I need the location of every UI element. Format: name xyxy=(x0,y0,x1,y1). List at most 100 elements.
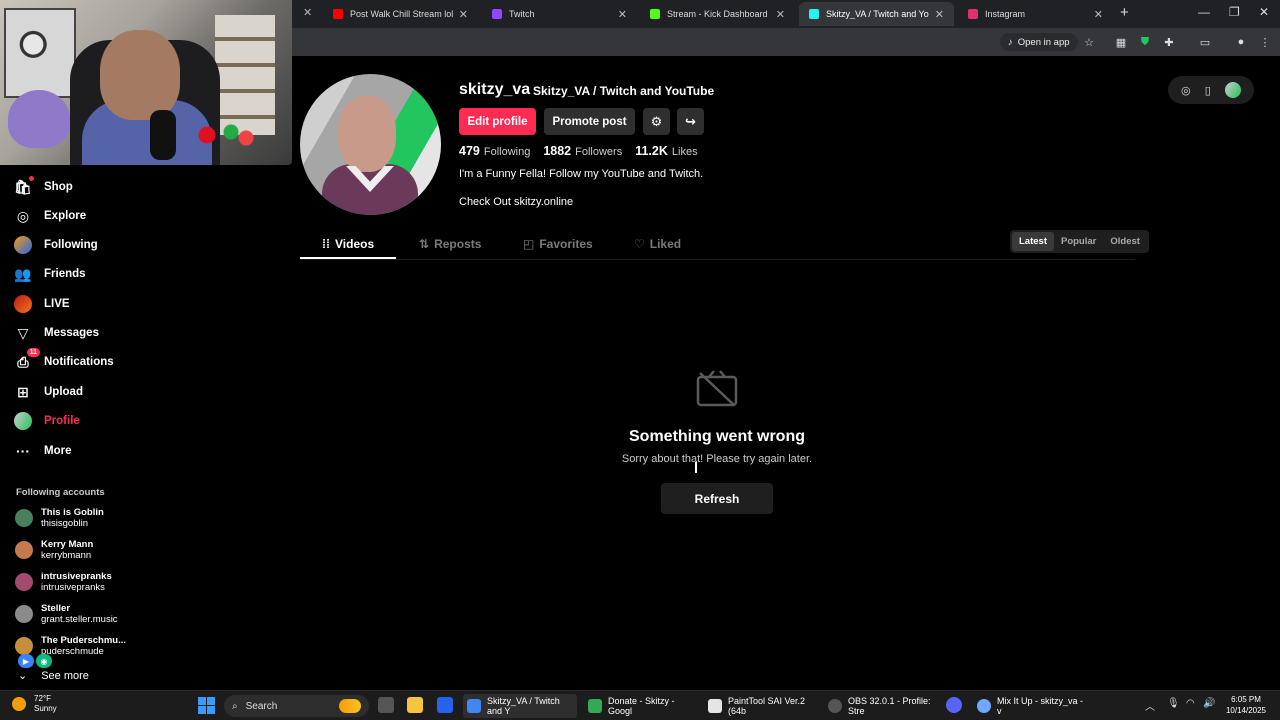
sidebar-item-following[interactable]: Following xyxy=(14,234,98,256)
floating-widget[interactable]: ▶ ◉ xyxy=(18,654,52,668)
close-tab-icon[interactable]: ✕ xyxy=(618,8,627,21)
taskbar-app-chrome-2[interactable]: Donate - Skitzy - Googl xyxy=(584,694,698,718)
taskbar-app-mixitup[interactable]: Mix It Up - skitzy_va - v xyxy=(973,694,1087,718)
browser-tab-tiktok[interactable]: Skitzy_VA / Twitch and YouTube ✕ xyxy=(799,2,954,26)
chevron-up-icon[interactable]: ︿ xyxy=(1145,698,1155,713)
sidebar-item-more[interactable]: ··· More xyxy=(14,440,71,462)
sort-popular[interactable]: Popular xyxy=(1054,232,1103,251)
browser-tab-kick[interactable]: Stream - Kick Dashboard ✕ xyxy=(640,2,795,26)
profile-bio: I'm a Funny Fella! Follow my YouTube and… xyxy=(459,168,704,180)
sidebar-item-friends[interactable]: 👥 Friends xyxy=(14,263,85,285)
see-more-button[interactable]: ⌄ See more xyxy=(18,669,89,683)
mobile-icon[interactable]: ▯ xyxy=(1205,84,1211,97)
tiktok-icon: ♪ xyxy=(1008,36,1013,48)
sidebar-item-notifications[interactable]: ⎙ 11 Notifications xyxy=(14,348,114,373)
followed-account[interactable]: Steller grant.steller.music xyxy=(15,600,118,628)
error-title: Something went wrong xyxy=(629,428,805,445)
taskbar-search[interactable]: ⌕ Search xyxy=(224,695,369,717)
tab-reposts[interactable]: ⇅ Reposts xyxy=(419,230,481,258)
messages-icon: ▽ xyxy=(17,324,29,341)
speaker-icon[interactable]: 🔊 xyxy=(1203,698,1215,709)
browser-profile-icon[interactable]: ● xyxy=(1234,35,1248,49)
friends-icon: 👥 xyxy=(14,265,32,282)
sidebar-item-live[interactable]: LIVE xyxy=(14,293,70,315)
text-cursor xyxy=(695,462,697,473)
sort-control: Latest Popular Oldest xyxy=(1010,230,1149,253)
streamer-face xyxy=(100,30,180,120)
status-icon: ◉ xyxy=(36,654,52,668)
chrome-icon xyxy=(588,699,602,713)
taskbar-app-chrome[interactable]: Skitzy_VA / Twitch and Y xyxy=(463,694,577,718)
search-highlight-icon xyxy=(339,699,361,713)
discord-icon[interactable] xyxy=(946,697,962,713)
browser-tab-instagram[interactable]: Instagram ✕ xyxy=(958,2,1113,26)
close-tab-icon[interactable]: ✕ xyxy=(776,8,785,21)
sort-oldest[interactable]: Oldest xyxy=(1103,232,1147,251)
close-tab-icon[interactable]: ✕ xyxy=(1094,8,1103,21)
weather-widget[interactable]: 72°F Sunny xyxy=(12,694,57,714)
sidebar-item-upload[interactable]: ⊞ Upload xyxy=(14,381,83,403)
youtube-icon xyxy=(333,9,343,19)
sidebar-item-profile[interactable]: Profile xyxy=(14,410,80,432)
chrome-icon xyxy=(467,699,481,713)
user-avatar[interactable] xyxy=(1224,82,1241,98)
edit-profile-button[interactable]: Edit profile xyxy=(459,108,536,135)
more-icon: ··· xyxy=(16,443,30,459)
open-in-app-button[interactable]: ♪ Open in app xyxy=(1000,33,1078,51)
mixitup-icon xyxy=(977,699,991,713)
kebab-menu-icon[interactable]: ⋮ xyxy=(1258,35,1272,49)
photos-icon[interactable] xyxy=(437,697,453,713)
compass-icon[interactable]: ◎ xyxy=(1181,84,1191,97)
promote-post-button[interactable]: Promote post xyxy=(544,108,635,135)
taskbar-clock[interactable]: 6:05 PM 10/14/2025 xyxy=(1222,694,1270,716)
share-button[interactable]: ↪ xyxy=(677,108,704,135)
close-tab-icon[interactable]: ✕ xyxy=(459,8,468,21)
painttool-icon xyxy=(708,699,722,713)
browser-tab-twitch[interactable]: Twitch ✕ xyxy=(482,2,637,26)
grid-icon: ⁞⁞ xyxy=(322,237,330,251)
microphone-icon[interactable]: 🎙 xyxy=(1167,698,1180,709)
compass-icon: ◎ xyxy=(16,207,30,224)
refresh-button[interactable]: Refresh xyxy=(661,483,773,514)
followers-stat[interactable]: 1882 Followers xyxy=(543,144,622,158)
settings-button[interactable]: ⚙ xyxy=(643,108,670,135)
shelf xyxy=(215,15,275,135)
close-window-icon[interactable]: ✕ xyxy=(1259,5,1269,19)
followed-account[interactable]: Kerry Mann kerrybmann xyxy=(15,536,93,564)
profile-avatar-icon xyxy=(14,412,32,430)
profile-link[interactable]: Check Out skitzy.online xyxy=(459,196,573,208)
maximize-icon[interactable]: ❐ xyxy=(1229,5,1240,19)
tab-favorites[interactable]: ◰ Favorites xyxy=(523,230,593,258)
minimize-icon[interactable]: — xyxy=(1198,5,1210,19)
followed-account[interactable]: This is Goblin thisisgoblin xyxy=(15,504,104,532)
new-tab-icon[interactable]: + xyxy=(1120,4,1129,21)
profile-avatar[interactable] xyxy=(300,74,441,215)
taskbar-app-painttool[interactable]: PaintTool SAI Ver.2 (64b xyxy=(704,694,818,718)
wifi-icon[interactable]: ◠ xyxy=(1186,698,1195,709)
following-accounts-title: Following accounts xyxy=(16,487,105,498)
close-tab-icon[interactable]: ✕ xyxy=(935,8,944,21)
task-view-icon[interactable] xyxy=(378,697,394,713)
sidebar-item-messages[interactable]: ▽ Messages xyxy=(14,322,99,344)
sidebar-item-shop[interactable]: 🛍 Shop xyxy=(14,176,73,198)
extension-icon[interactable]: ▦ xyxy=(1114,35,1128,49)
taskbar-app-obs[interactable]: OBS 32.0.1 - Profile: Stre xyxy=(824,694,938,718)
file-explorer-icon[interactable] xyxy=(407,697,423,713)
share-icon: ↪ xyxy=(685,113,696,129)
followed-account[interactable]: intrusivepranks intrusivepranks xyxy=(15,568,112,596)
sidebar-item-explore[interactable]: ◎ Explore xyxy=(14,205,86,227)
tab-liked[interactable]: ♡ Liked xyxy=(634,230,681,258)
star-icon[interactable]: ☆ xyxy=(1082,35,1096,49)
twitch-icon xyxy=(492,9,502,19)
browser-tab-youtube[interactable]: Post Walk Chill Stream lol - You ✕ xyxy=(323,2,478,26)
windows-start-icon[interactable] xyxy=(198,697,215,714)
following-stat[interactable]: 479 Following xyxy=(459,144,530,158)
close-tab-icon[interactable]: ✕ xyxy=(303,6,312,19)
shield-icon[interactable]: ⛊ xyxy=(1138,35,1152,49)
tab-videos[interactable]: ⁞⁞ Videos xyxy=(322,230,374,258)
wall-poster xyxy=(4,8,76,98)
desk-toys xyxy=(195,120,255,150)
sort-latest[interactable]: Latest xyxy=(1012,232,1054,251)
sidepanel-icon[interactable]: ▭ xyxy=(1198,35,1212,49)
puzzle-icon[interactable]: ✚ xyxy=(1162,35,1176,49)
